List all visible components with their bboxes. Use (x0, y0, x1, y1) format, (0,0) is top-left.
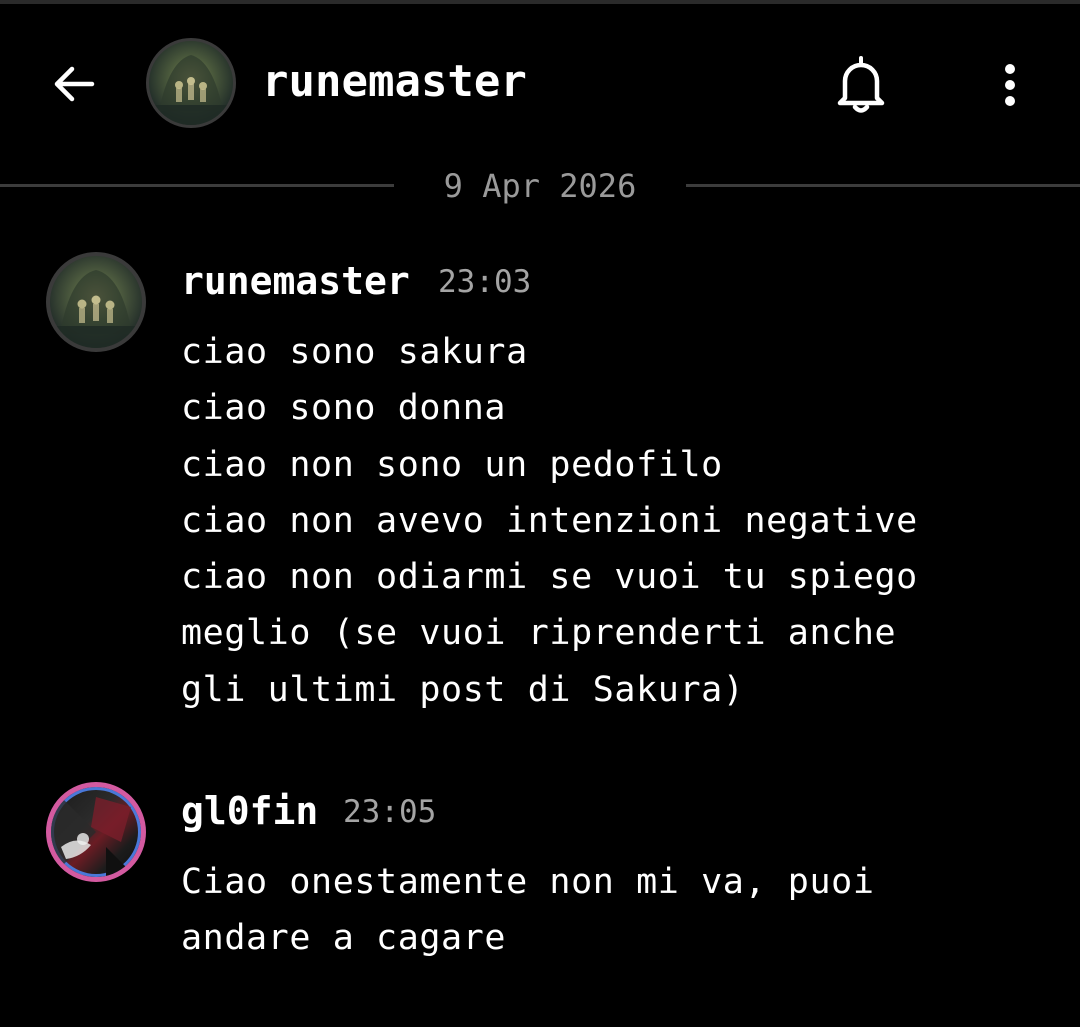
avatar-image (50, 270, 142, 348)
back-button[interactable] (44, 54, 104, 114)
contact-avatar[interactable] (146, 38, 236, 128)
message-line: ciao non sono un pedofilo (181, 444, 723, 485)
message-author[interactable]: runemaster (181, 258, 410, 304)
notifications-button[interactable] (826, 50, 896, 120)
message-line: ciao non avevo intenzioni negative (181, 500, 918, 541)
message-line: gli ultimi post di Sakura) (181, 669, 745, 710)
message-line: andare a cagare (181, 918, 507, 959)
date-label: 9 Apr 2026 (443, 167, 637, 205)
message-item: runemaster 23:03 ciao sono sakura ciao s… (0, 252, 1080, 722)
message-time: 23:05 (343, 794, 437, 830)
message-line: ciao non odiarmi se vuoi tu spiego (181, 557, 918, 598)
message-body: Ciao onestamente non mi va, puoi andare … (181, 854, 1061, 967)
message-author[interactable]: gl0fin (181, 788, 318, 834)
message-line: Ciao onestamente non mi va, puoi (181, 862, 875, 902)
sender-avatar[interactable] (46, 782, 146, 882)
avatar-image (149, 55, 233, 125)
message-time: 23:03 (438, 264, 532, 300)
sender-avatar[interactable] (46, 252, 146, 352)
divider-line-left (0, 184, 394, 187)
message-item: gl0fin 23:05 Ciao onestamente non mi va,… (0, 782, 1080, 982)
arrow-left-icon (54, 66, 95, 102)
contact-name[interactable]: runemaster (262, 56, 527, 108)
divider-line-right (686, 184, 1080, 187)
more-vertical-icon (1005, 64, 1015, 106)
message-line: ciao sono donna (181, 388, 507, 429)
avatar-image (51, 787, 136, 877)
bell-icon (837, 56, 885, 113)
more-options-button[interactable] (980, 50, 1040, 120)
message-line: meglio (se vuoi riprenderti anche (181, 613, 897, 654)
message-body: ciao sono sakura ciao sono donna ciao no… (181, 324, 1061, 718)
chat-header: runemaster (0, 4, 1080, 154)
date-divider: 9 Apr 2026 (0, 160, 1080, 212)
message-line: ciao sono sakura (181, 332, 528, 372)
